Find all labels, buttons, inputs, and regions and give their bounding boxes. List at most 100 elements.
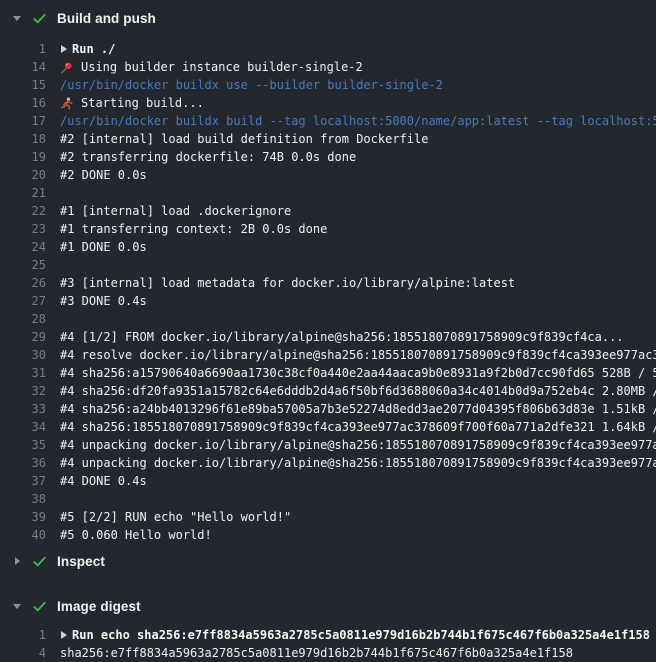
log-line: 40 #5 0.060 Hello world! (0, 526, 656, 544)
log-text: #2 [internal] load build definition from… (60, 130, 656, 148)
log-line: 28 (0, 310, 656, 328)
line-number[interactable]: 29 (0, 328, 46, 346)
log-line: 38 (0, 490, 656, 508)
section-title: Image digest (57, 599, 141, 614)
line-number[interactable]: 33 (0, 400, 46, 418)
log-line: 14 Using builder instance builder-single-… (0, 58, 656, 76)
log-line: 1 Run ./ (0, 40, 656, 58)
command-text: /usr/bin/docker buildx build --tag local… (60, 112, 656, 130)
line-number[interactable]: 15 (0, 76, 46, 94)
log-line: 22#1 [internal] load .dockerignore (0, 202, 656, 220)
log-line: 18 #2 [internal] load build definition fr… (0, 130, 656, 148)
line-content: Run echo sha256:e7ff8834a5963a2785c5a081… (60, 626, 656, 644)
line-number[interactable]: 30 (0, 346, 46, 364)
log-text: #4 sha256:185518070891758909c9f839cf4ca3… (60, 418, 656, 436)
line-number[interactable]: 4 (0, 644, 46, 662)
log-text (60, 310, 656, 328)
log-line: 35#4 unpacking docker.io/library/alpine@… (0, 436, 656, 454)
log-line: 19 #2 transferring dockerfile: 74B 0.0s d… (0, 148, 656, 166)
section-header[interactable]: Inspect (0, 549, 656, 573)
log-lines: 1 Run ./ 14 Using builder instance builder-… (0, 40, 656, 544)
log-line: 29#4 [1/2] FROM docker.io/library/alpine… (0, 328, 656, 346)
log-line: 27 #3 DONE 0.4s (0, 292, 656, 310)
check-icon (31, 10, 47, 26)
line-number[interactable]: 32 (0, 382, 46, 400)
runner-icon (60, 97, 75, 110)
log-text: #5 0.060 Hello world! (60, 526, 656, 544)
line-number[interactable]: 31 (0, 364, 46, 382)
log-line: 33 #4 sha256:a24bb4013296f61e89ba57005a7b… (0, 400, 656, 418)
section-header[interactable]: Image digest (0, 594, 656, 618)
line-number[interactable]: 14 (0, 58, 46, 76)
line-number[interactable]: 18 (0, 130, 46, 148)
line-number[interactable]: 24 (0, 238, 46, 256)
check-icon (31, 553, 47, 569)
line-number[interactable]: 35 (0, 436, 46, 454)
log-text: #2 transferring dockerfile: 74B 0.0s don… (60, 148, 656, 166)
log-line: 4 sha256:e7ff8834a5963a2785c5a0811e979d16… (0, 644, 656, 662)
log-line: 36#4 unpacking docker.io/library/alpine@… (0, 454, 656, 472)
log-text: #3 DONE 0.4s (60, 292, 656, 310)
log-text: #4 sha256:a15790640a6690aa1730c38cf0a440… (60, 364, 656, 382)
log-text: Starting build... (81, 94, 204, 112)
line-number[interactable]: 17 (0, 112, 46, 130)
line-number[interactable]: 36 (0, 454, 46, 472)
log-text: #4 resolve docker.io/library/alpine@sha2… (60, 346, 656, 364)
log-section: Inspect (0, 549, 656, 573)
line-number[interactable]: 27 (0, 292, 46, 310)
log-text (60, 490, 656, 508)
log-line: 23 #1 transferring context: 2B 0.0s done (0, 220, 656, 238)
log-line: 1 Run echo sha256:e7ff8834a5963a2785c5a08… (0, 626, 656, 644)
command-text: /usr/bin/docker buildx use --builder bui… (60, 76, 656, 94)
log-text: #4 sha256:a24bb4013296f61e89ba57005a7b3e… (60, 400, 656, 418)
log-line: 32#4 sha256:df20fa9351a15782c64e6dddb2d4… (0, 382, 656, 400)
line-number[interactable]: 16 (0, 94, 46, 112)
check-icon (31, 598, 47, 614)
expand-run-icon[interactable] (61, 631, 67, 639)
line-number[interactable]: 39 (0, 508, 46, 526)
log-text: #5 [2/2] RUN echo "Hello world!" (60, 508, 656, 526)
line-number[interactable]: 25 (0, 256, 46, 274)
log-text: #1 transferring context: 2B 0.0s done (60, 220, 656, 238)
line-number[interactable]: 23 (0, 220, 46, 238)
chevron-down-icon[interactable] (13, 604, 21, 609)
log-text: sha256:e7ff8834a5963a2785c5a0811e979d16b… (60, 644, 656, 662)
line-number[interactable]: 37 (0, 472, 46, 490)
log-line: 39 #5 [2/2] RUN echo "Hello world!" (0, 508, 656, 526)
chevron-down-icon[interactable] (13, 16, 21, 21)
line-content: Starting build... (60, 94, 656, 112)
section-title: Inspect (57, 554, 105, 569)
expand-run-icon[interactable] (61, 45, 67, 53)
line-number[interactable]: 26 (0, 274, 46, 292)
line-number[interactable]: 28 (0, 310, 46, 328)
line-number[interactable]: 40 (0, 526, 46, 544)
log-line: 20 #2 DONE 0.0s (0, 166, 656, 184)
log-line: 15/usr/bin/docker buildx use --builder b… (0, 76, 656, 94)
line-content: Run ./ (60, 40, 656, 58)
section-title: Build and push (57, 11, 156, 26)
log-lines: 1 Run echo sha256:e7ff8834a5963a2785c5a08… (0, 626, 656, 662)
line-number[interactable]: 20 (0, 166, 46, 184)
log-text: #2 DONE 0.0s (60, 166, 656, 184)
log-line: 17/usr/bin/docker buildx build --tag loc… (0, 112, 656, 130)
section-header[interactable]: Build and push (0, 6, 656, 30)
log-line: 21 (0, 184, 656, 202)
line-number[interactable]: 38 (0, 490, 46, 508)
log-text: #3 [internal] load metadata for docker.i… (60, 274, 656, 292)
log-text: Using builder instance builder-single-2 (81, 58, 363, 76)
line-number[interactable]: 19 (0, 148, 46, 166)
line-number[interactable]: 1 (0, 40, 46, 58)
chevron-right-icon[interactable] (15, 557, 20, 565)
line-number[interactable]: 22 (0, 202, 46, 220)
log-line: 37 #4 DONE 0.4s (0, 472, 656, 490)
line-number[interactable]: 21 (0, 184, 46, 202)
line-number[interactable]: 1 (0, 626, 46, 644)
log-line: 34 #4 sha256:185518070891758909c9f839cf4c… (0, 418, 656, 436)
pushpin-icon (60, 61, 75, 74)
command-text: Run echo sha256:e7ff8834a5963a2785c5a081… (72, 626, 650, 644)
workflow-log: Build and push1Run ./14Using builder ins… (0, 0, 656, 662)
command-text: Run ./ (72, 40, 115, 58)
log-line: 24#1 DONE 0.0s (0, 238, 656, 256)
line-number[interactable]: 34 (0, 418, 46, 436)
log-text: #4 DONE 0.4s (60, 472, 656, 490)
